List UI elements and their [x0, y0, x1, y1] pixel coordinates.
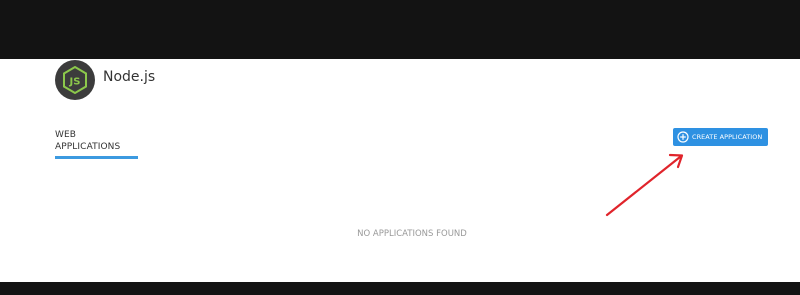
red-arrow-icon	[605, 153, 684, 217]
create-application-label: CREATE APPLICATION	[692, 133, 763, 141]
top-dark-bar	[0, 0, 800, 59]
plus-circle-icon	[677, 131, 689, 143]
create-application-button[interactable]: CREATE APPLICATION	[673, 128, 768, 146]
nodejs-logo-text: JS	[69, 76, 81, 87]
nodejs-logo-icon: JS	[55, 59, 95, 100]
bottom-dark-bar	[0, 282, 800, 295]
page-title: Node.js	[103, 69, 156, 85]
empty-state-message: NO APPLICATIONS FOUND	[357, 229, 467, 239]
app-header: JS Node.js	[55, 59, 155, 100]
tab-web-applications[interactable]: WEB APPLICATIONS	[55, 129, 138, 159]
